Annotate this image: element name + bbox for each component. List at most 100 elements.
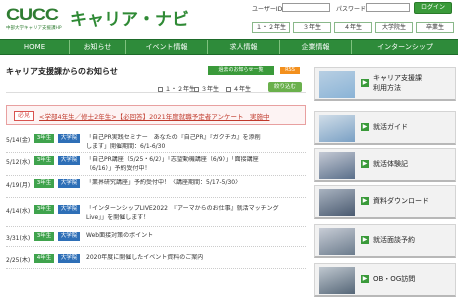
grade-button-alumni[interactable]: 卒業生 (416, 22, 454, 33)
news-date: 4/14(水) (6, 208, 31, 215)
news-date: 5/12(水) (6, 159, 31, 166)
graduate-school-tag: 大学院 (58, 205, 80, 214)
news-date: 5/14(金) (6, 137, 31, 144)
sidebar-item-students[interactable]: ▶ 就活体験記 (314, 148, 456, 182)
news-link-line: します」開催期間：6/1-6/30 (86, 142, 166, 150)
sidebar-label-line: 就活体験記 (373, 160, 408, 168)
notebook-photo-icon (319, 115, 355, 142)
past-news-button[interactable]: 過去のお知らせ一覧 (208, 66, 274, 75)
news-link[interactable]: 「インターンシップLIVE2022 『アーマからのお仕事』就活マッチング Live… (86, 205, 306, 222)
must-see-badge: 必見 (14, 111, 34, 121)
graduate-school-tag: 大学院 (58, 134, 80, 143)
news-row[interactable]: 2/25(木) 4年生 大学院 2020年度に開催したイベント資料のご案内 (6, 253, 306, 269)
arrow-right-icon: ▶ (361, 197, 369, 205)
alumni-photo-icon (319, 267, 355, 294)
graduate-school-tag: 大学院 (58, 156, 80, 165)
nav-jobs[interactable]: 求人情報 (208, 40, 280, 54)
featured-link[interactable]: <学部4年生／修士2年生>【必回答】2021年度就職予定者アンケート 実施中 (39, 111, 269, 121)
news-link[interactable]: 「自己PR実践セミナー あなたの『自己PR』『ガクチカ』を添削 します」開催期間：… (86, 134, 306, 151)
filter-option-4[interactable]: ４年生 (226, 84, 251, 93)
sidebar-label-line: 資料ダウンロード (373, 197, 429, 205)
news-link[interactable]: 2020年度に開催したイベント資料のご案内 (86, 254, 306, 263)
site-header: CUCC 中部大学キャリア支援課HP キャリア・ナビ ユーザーID パスワード … (0, 0, 458, 37)
news-date: 4/19(月) (6, 182, 31, 189)
news-section: キャリア支援課からのお知らせ 過去のお知らせ一覧 RSS １・２年生 ３年生 ４… (0, 57, 310, 303)
files-photo-icon (319, 189, 355, 216)
featured-notice[interactable]: 必見 <学部4年生／修士2年生>【必回答】2021年度就職予定者アンケート 実施… (6, 105, 306, 125)
rss-icon[interactable]: RSS (280, 67, 300, 74)
news-date: 2/25(木) (6, 257, 31, 264)
graduate-school-tag: 大学院 (58, 232, 80, 241)
sidebar-item-notebook[interactable]: ▶ 就活ガイド (314, 111, 456, 145)
nav-home[interactable]: HOME (0, 40, 70, 54)
interview-photo-icon (319, 228, 355, 255)
grade-button-1-2[interactable]: １・２年生 (252, 22, 290, 33)
news-link-line: 「自己PR講座（5/25・6/2）」「志望動機講座（6/9）」「面接講座 (86, 156, 259, 163)
arrow-right-icon: ▶ (361, 123, 369, 131)
logo-subtitle: 中部大学キャリア支援課HP (6, 26, 62, 31)
grade-tag: 3年生 (34, 156, 54, 165)
students-photo-icon (319, 152, 355, 179)
sidebar-label-line: OB・OG訪問 (373, 275, 416, 283)
password-input[interactable] (366, 3, 410, 12)
nav-internship[interactable]: インターンシップ (352, 40, 458, 54)
news-link-line: 「インターンシップLIVE2022 『アーマからのお仕事』就活マッチング (86, 205, 279, 212)
grade-tag: 3年生 (34, 134, 54, 143)
nav-news[interactable]: お知らせ (70, 40, 126, 54)
nav-events[interactable]: イベント情報 (126, 40, 208, 54)
grade-filter: １・２年生 ３年生 ４年生 絞り込む (6, 82, 306, 93)
sidebar-label-line: 就活ガイド (373, 123, 408, 131)
grade-button-3[interactable]: ３年生 (293, 22, 331, 33)
news-link[interactable]: Web面接対策のポイント (86, 232, 306, 241)
news-row[interactable]: 4/19(月) 3年生 大学院 「業界研究講座」予約受付中！〈講座期間：5/17-5/… (6, 178, 306, 198)
grade-tag: 3年生 (34, 179, 54, 188)
main-nav: HOME お知らせ イベント情報 求人情報 企業情報 インターンシップ (0, 39, 458, 55)
nav-companies[interactable]: 企業情報 (280, 40, 352, 54)
login-button[interactable]: ログイン (414, 2, 452, 14)
news-link-line: 「自己PR実践セミナー あなたの『自己PR』『ガクチカ』を添削 (86, 134, 261, 141)
news-link[interactable]: 「自己PR講座（5/25・6/2）」「志望動機講座（6/9）」「面接講座 （6/1… (86, 156, 306, 173)
sidebar-item-label: 就活面談予約 (373, 236, 415, 244)
news-link-line: Live」」を開催します！ (86, 213, 150, 221)
filter-option-1-2[interactable]: １・２年生 (158, 84, 195, 93)
sidebar-label-line: 利用方法 (373, 84, 401, 92)
filter-button[interactable]: 絞り込む (268, 82, 302, 92)
building-photo-icon (319, 71, 355, 98)
logo-mark: CUCC (6, 5, 59, 24)
sidebar-item-files[interactable]: ▶ 資料ダウンロード (314, 185, 456, 219)
user-id-label: ユーザーID (252, 6, 283, 13)
user-id-input[interactable] (282, 3, 330, 12)
graduate-school-tag: 大学院 (58, 254, 80, 263)
news-link-line: 「業界研究講座」予約受付中！〈講座期間：5/17-5/30〉 (86, 179, 242, 186)
news-row[interactable]: 5/12(水) 3年生 大学院 「自己PR講座（5/25・6/2）」「志望動機講座（6… (6, 155, 306, 176)
checkbox-icon[interactable] (158, 87, 163, 92)
sidebar-item-label: 就活体験記 (373, 160, 408, 168)
password-label: パスワード (336, 6, 367, 13)
arrow-right-icon: ▶ (361, 236, 369, 244)
arrow-right-icon: ▶ (361, 160, 369, 168)
site-title: キャリア・ナビ (70, 10, 189, 30)
grade-button-graduate[interactable]: 大学院生 (375, 22, 413, 33)
checkbox-icon[interactable] (194, 87, 199, 92)
sidebar-item-label: キャリア支援課 利用方法 (373, 73, 422, 93)
news-row[interactable]: 5/14(金) 3年生 大学院 「自己PR実践セミナー あなたの『自己PR』『ガクチカ… (6, 133, 306, 153)
sidebar-item-interview[interactable]: ▶ 就活面談予約 (314, 224, 456, 258)
news-row[interactable]: 3/31(水) 3年生 大学院 Web面接対策のポイント (6, 231, 306, 247)
news-row[interactable]: 4/14(水) 3年生 大学院 「インターンシップLIVE2022 『アーマからのお仕… (6, 204, 306, 227)
sidebar-item-alumni[interactable]: ▶ OB・OG訪問 (314, 263, 456, 297)
grade-tag: 4年生 (34, 254, 54, 263)
sidebar-item-building[interactable]: ▶ キャリア支援課 利用方法 (314, 67, 456, 101)
sidebar-item-label: OB・OG訪問 (373, 275, 415, 283)
arrow-right-icon: ▶ (361, 275, 369, 283)
grade-button-4[interactable]: ４年生 (334, 22, 372, 33)
sidebar-label-line: キャリア支援課 (373, 74, 422, 82)
grade-tag: 3年生 (34, 205, 54, 214)
news-link-line: Web面接対策のポイント (86, 232, 154, 239)
checkbox-icon[interactable] (226, 87, 231, 92)
graduate-school-tag: 大学院 (58, 179, 80, 188)
arrow-right-icon: ▶ (361, 79, 369, 87)
grade-tag: 3年生 (34, 232, 54, 241)
filter-option-3[interactable]: ３年生 (194, 84, 219, 93)
news-link[interactable]: 「業界研究講座」予約受付中！〈講座期間：5/17-5/30〉 (86, 179, 306, 188)
site-logo[interactable]: CUCC 中部大学キャリア支援課HP (6, 6, 66, 32)
